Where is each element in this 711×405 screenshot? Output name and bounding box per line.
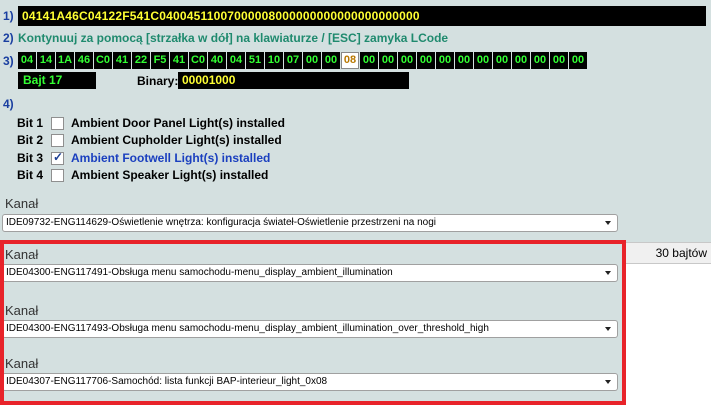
step-1-number: 1) <box>3 9 14 23</box>
byte-cell[interactable]: 00 <box>474 52 492 69</box>
channel-dropdown[interactable]: IDE09732-ENG114629-Oświetlenie wnętrza: … <box>2 214 618 232</box>
channel-value: IDE04300-ENG117491-Obsługa menu samochod… <box>6 267 393 278</box>
bit-row: Bit 2 Ambient Cupholder Light(s) install… <box>17 132 282 148</box>
byte-cell[interactable]: 41 <box>170 52 188 69</box>
bit-name: Bit 2 <box>17 133 44 147</box>
channel-label: Kanał <box>5 303 39 318</box>
bit-4-checkbox[interactable] <box>51 168 64 182</box>
byte-cell[interactable]: 46 <box>75 52 93 69</box>
byte-cell[interactable]: 00 <box>436 52 454 69</box>
byte-cell[interactable]: 40 <box>208 52 226 69</box>
byte-cell[interactable]: 07 <box>284 52 302 69</box>
bit-description: Ambient Cupholder Light(s) installed <box>71 133 282 147</box>
step-3-number: 3) <box>3 54 14 68</box>
channel-label: Kanał <box>5 356 39 371</box>
step-4-number: 4) <box>3 97 14 111</box>
byte-cell[interactable]: 00 <box>360 52 378 69</box>
byte-cell[interactable]: C0 <box>189 52 207 69</box>
byte-cell[interactable]: 00 <box>569 52 587 69</box>
byte-cell[interactable]: 00 <box>550 52 568 69</box>
byte-cell[interactable]: 00 <box>322 52 340 69</box>
channel-value: IDE04307-ENG117706-Samochód: lista funkc… <box>6 376 328 387</box>
empty-panel <box>625 264 711 405</box>
byte-cell[interactable]: 00 <box>417 52 435 69</box>
byte-cell[interactable]: 1A <box>56 52 74 69</box>
byte-cell[interactable]: 14 <box>37 52 55 69</box>
bytes-count-status: 30 bajtów <box>625 242 711 264</box>
byte-cell[interactable]: 22 <box>132 52 150 69</box>
channel-value: IDE04300-ENG117493-Obsługa menu samochod… <box>6 323 489 334</box>
byte-cell[interactable]: 41 <box>113 52 131 69</box>
bit-row: Bit 3 ✓ Ambient Footwell Light(s) instal… <box>17 150 270 166</box>
byte-cell[interactable]: 04 <box>227 52 245 69</box>
byte-cell[interactable]: 00 <box>398 52 416 69</box>
step-2-number: 2) <box>3 31 14 45</box>
byte-cell[interactable]: F5 <box>151 52 169 69</box>
bit-name: Bit 4 <box>17 168 44 182</box>
bit-1-checkbox[interactable] <box>51 116 64 130</box>
bit-description: Ambient Door Panel Light(s) installed <box>71 116 286 130</box>
bit-row: Bit 1 Ambient Door Panel Light(s) instal… <box>17 115 285 131</box>
channel-dropdown[interactable]: IDE04307-ENG117706-Samochód: lista funkc… <box>2 373 618 391</box>
byte-cell[interactable]: 10 <box>265 52 283 69</box>
bit-2-checkbox[interactable] <box>51 133 64 147</box>
byte-cell[interactable]: 51 <box>246 52 264 69</box>
byte-cell[interactable]: 00 <box>531 52 549 69</box>
channel-label: Kanał <box>5 247 39 262</box>
dropdown-arrow-icon <box>605 380 611 384</box>
byte-cell[interactable]: 00 <box>512 52 530 69</box>
byte-cell[interactable]: 00 <box>303 52 321 69</box>
coding-string-field[interactable]: 04141A46C04122F541C040045110070000080000… <box>18 6 706 26</box>
byte-cell[interactable]: 08 <box>341 52 359 69</box>
bit-3-checkbox[interactable]: ✓ <box>51 149 64 165</box>
bit-name: Bit 1 <box>17 116 44 130</box>
byte-cells-row: 04 14 1A 46 C0 41 22 F5 41 C0 40 04 51 10 07 00 00 08 00 00… <box>18 52 587 69</box>
channel-dropdown[interactable]: IDE04300-ENG117491-Obsługa menu samochod… <box>2 264 618 282</box>
checkmark-icon: ✓ <box>53 149 64 164</box>
channel-dropdown[interactable]: IDE04300-ENG117493-Obsługa menu samochod… <box>2 320 618 338</box>
byte-cell[interactable]: 04 <box>18 52 36 69</box>
channel-label: Kanał <box>5 196 39 211</box>
selected-byte-label: Bajt 17 <box>18 72 96 89</box>
instruction-text: Kontynuuj za pomocą [strzałka w dół] na … <box>18 31 449 45</box>
bit-row: Bit 4 Ambient Speaker Light(s) installed <box>17 167 268 183</box>
channel-value: IDE09732-ENG114629-Oświetlenie wnętrza: … <box>6 217 437 228</box>
byte-cell[interactable]: C0 <box>94 52 112 69</box>
dropdown-arrow-icon <box>605 327 611 331</box>
byte-cell[interactable]: 00 <box>493 52 511 69</box>
binary-value-field[interactable]: 00001000 <box>178 72 409 89</box>
bit-description: Ambient Footwell Light(s) installed <box>71 151 271 165</box>
bit-name: Bit 3 <box>17 151 44 165</box>
binary-label: Binary: <box>137 74 179 88</box>
dropdown-arrow-icon <box>605 271 611 275</box>
byte-cell[interactable]: 00 <box>379 52 397 69</box>
dropdown-arrow-icon <box>605 221 611 225</box>
byte-cell[interactable]: 00 <box>455 52 473 69</box>
bit-description: Ambient Speaker Light(s) installed <box>71 168 269 182</box>
